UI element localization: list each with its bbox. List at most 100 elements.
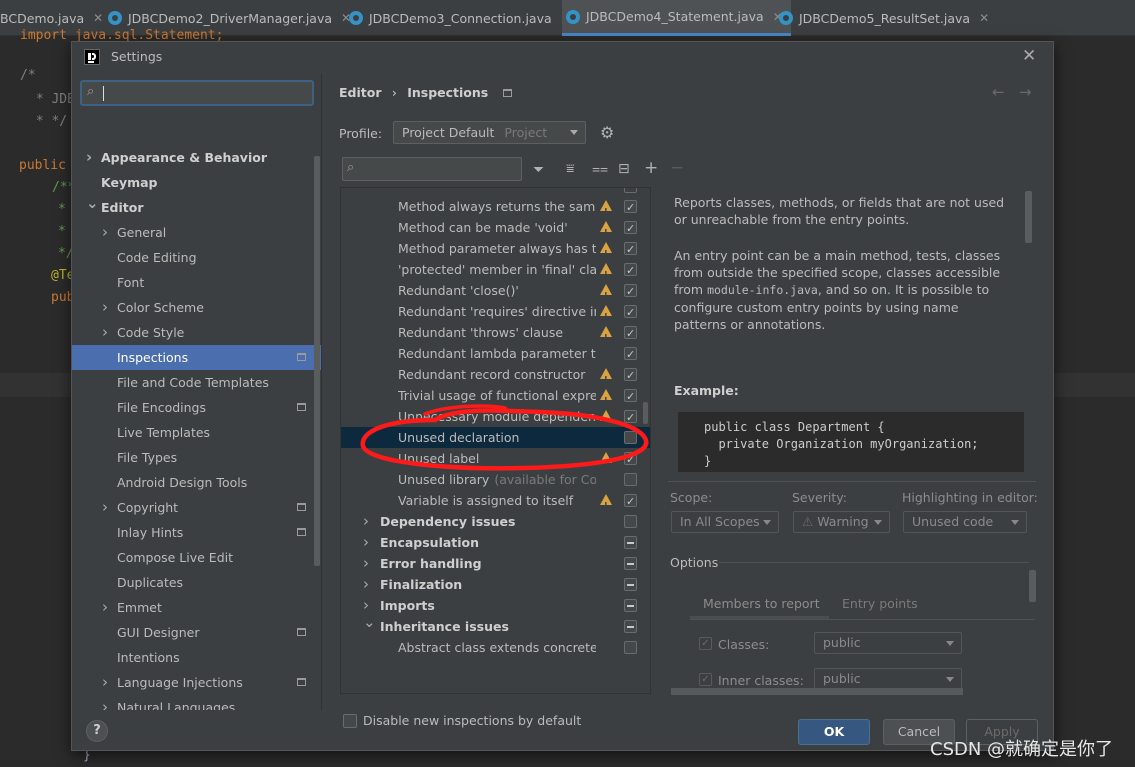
filter-icon[interactable]: ⏷ bbox=[533, 163, 544, 177]
chevron-right-icon[interactable]: › bbox=[363, 532, 369, 553]
inspection-group[interactable]: › Encapsulation bbox=[341, 532, 650, 553]
inspection-enabled-checkbox[interactable] bbox=[624, 578, 637, 591]
tab-members-to-report[interactable]: Members to report bbox=[703, 596, 820, 611]
inspection-item[interactable]: Redundant 'throws' clause bbox=[341, 322, 650, 348]
options-scrollbar[interactable] bbox=[1029, 570, 1036, 602]
collapse-all-icon[interactable]: ⩵ bbox=[592, 162, 608, 176]
reset-icon[interactable]: ⊟ bbox=[618, 162, 630, 176]
sidebar-item-file-types[interactable]: File Types bbox=[72, 445, 321, 470]
sidebar-item-live-templates[interactable]: Live Templates bbox=[72, 420, 321, 445]
inspection-item[interactable]: Method parameter always has the bbox=[341, 238, 650, 264]
inspection-item[interactable]: Method always returns the same v bbox=[341, 196, 650, 222]
sidebar-item-code-style[interactable]: › Code Style bbox=[72, 320, 321, 345]
inspection-group[interactable]: › Error handling bbox=[341, 553, 650, 574]
sidebar-item-copyright[interactable]: › Copyright bbox=[72, 495, 321, 520]
expand-all-icon[interactable]: ⩸ bbox=[566, 162, 575, 176]
inspection-enabled-checkbox[interactable] bbox=[624, 197, 637, 218]
chevron-right-icon[interactable]: › bbox=[86, 145, 92, 170]
close-tab-icon[interactable]: ✕ bbox=[93, 11, 103, 25]
sidebar-item-editor[interactable]: ⌄ Editor bbox=[72, 194, 321, 220]
inspection-enabled-checkbox[interactable] bbox=[624, 344, 637, 365]
inspection-item[interactable]: Redundant 'close()' bbox=[341, 280, 650, 306]
inspection-item[interactable]: Method can be made 'void' bbox=[341, 217, 650, 243]
inspection-enabled-checkbox[interactable] bbox=[624, 218, 637, 239]
inspection-group[interactable]: › Imports bbox=[341, 595, 650, 616]
help-button[interactable]: ? bbox=[86, 720, 108, 742]
chevron-down-icon[interactable]: ⌄ bbox=[363, 612, 376, 633]
sidebar-item-appearance-behavior[interactable]: › Appearance & Behavior bbox=[72, 145, 321, 170]
sidebar-item-inlay-hints[interactable]: Inlay Hints bbox=[72, 520, 321, 545]
sidebar-scrollbar[interactable] bbox=[314, 156, 320, 566]
chevron-right-icon[interactable]: › bbox=[363, 553, 369, 574]
inspection-enabled-checkbox[interactable] bbox=[624, 239, 637, 260]
ok-button[interactable]: OK bbox=[798, 719, 870, 745]
sidebar-item-keymap[interactable]: Keymap bbox=[72, 170, 321, 195]
close-icon[interactable]: ✕ bbox=[1022, 46, 1036, 66]
chevron-down-icon[interactable]: ⌄ bbox=[86, 191, 99, 216]
sidebar-item-android-design-tools[interactable]: Android Design Tools bbox=[72, 470, 321, 495]
inspection-item[interactable]: Variable is assigned to itself bbox=[341, 490, 650, 516]
sidebar-item-natural-languages[interactable]: › Natural Languages bbox=[72, 695, 321, 710]
chevron-right-icon[interactable]: › bbox=[363, 511, 369, 532]
gear-icon[interactable]: ⚙ bbox=[600, 123, 614, 142]
sidebar-item-color-scheme[interactable]: › Color Scheme bbox=[72, 295, 321, 320]
tab-entry-points[interactable]: Entry points bbox=[842, 596, 918, 611]
profile-select[interactable]: Project Default Project bbox=[393, 121, 586, 144]
inspection-item[interactable]: Abstract class extends concrete cl bbox=[341, 637, 650, 658]
sidebar-item-language-injections[interactable]: › Language Injections bbox=[72, 670, 321, 695]
inspection-enabled-checkbox[interactable] bbox=[624, 641, 637, 654]
sidebar-item-emmet[interactable]: › Emmet bbox=[72, 595, 321, 620]
tab-2[interactable]: JDBCDemo3_Connection.java✕ bbox=[345, 0, 579, 36]
sidebar-item-gui-designer[interactable]: GUI Designer bbox=[72, 620, 321, 645]
close-tab-icon[interactable]: ✕ bbox=[979, 11, 989, 25]
inspection-label-wrap: Redundant lambda parameter typ bbox=[398, 343, 596, 364]
add-icon[interactable]: + bbox=[644, 160, 658, 177]
arrow-right-icon[interactable]: → bbox=[1019, 83, 1032, 101]
chevron-right-icon[interactable]: › bbox=[102, 695, 108, 710]
inspection-enabled-checkbox[interactable] bbox=[624, 515, 637, 528]
inspection-item[interactable]: Redundant record constructor bbox=[341, 364, 650, 390]
breadcrumb-parent[interactable]: Editor bbox=[339, 85, 382, 100]
inspection-item[interactable]: Redundant 'requires' directive in n bbox=[341, 301, 650, 327]
sidebar-item-compose-live-edit[interactable]: Compose Live Edit bbox=[72, 545, 321, 570]
sidebar-item-inspections[interactable]: Inspections bbox=[72, 345, 321, 370]
inspection-enabled-checkbox[interactable] bbox=[624, 281, 637, 302]
inspection-enabled-checkbox[interactable] bbox=[624, 323, 637, 344]
sidebar-item-code-editing[interactable]: Code Editing bbox=[72, 245, 321, 270]
tab-4[interactable]: JDBCDemo5_ResultSet.java ✕ bbox=[775, 0, 997, 36]
options-hscrollbar[interactable] bbox=[671, 688, 963, 695]
inspection-item[interactable]: 'protected' member in 'final' class bbox=[341, 259, 650, 285]
inspection-group[interactable]: › Finalization bbox=[341, 574, 650, 595]
warning-icon bbox=[600, 326, 612, 348]
inspection-enabled-checkbox[interactable] bbox=[624, 620, 637, 633]
inspection-enabled-checkbox[interactable] bbox=[624, 302, 637, 323]
chevron-right-icon[interactable]: › bbox=[363, 574, 369, 595]
sidebar-item-font[interactable]: Font bbox=[72, 270, 321, 295]
sidebar-item-intentions[interactable]: Intentions bbox=[72, 645, 321, 670]
sidebar-item-general[interactable]: › General bbox=[72, 220, 321, 245]
inspection-label-wrap: Error handling bbox=[380, 553, 620, 574]
inspection-group[interactable]: ⌄ Inheritance issues bbox=[341, 613, 650, 637]
inspection-enabled-checkbox[interactable] bbox=[624, 536, 637, 549]
inspection-enabled-checkbox[interactable] bbox=[624, 491, 637, 512]
chevron-right-icon[interactable]: › bbox=[102, 595, 108, 620]
inspection-item[interactable]: Redundant lambda parameter typ bbox=[341, 343, 650, 365]
chevron-right-icon[interactable]: › bbox=[102, 295, 108, 320]
sidebar-item-file-and-code-templates[interactable]: File and Code Templates bbox=[72, 370, 321, 395]
settings-search-input[interactable]: ⌕ bbox=[80, 80, 314, 106]
inspection-enabled-checkbox[interactable] bbox=[624, 599, 637, 612]
tab-3[interactable]: JDBCDemo4_Statement.java ✕ bbox=[562, 0, 791, 36]
chevron-right-icon[interactable]: › bbox=[102, 220, 108, 245]
inspection-enabled-checkbox[interactable] bbox=[624, 260, 637, 281]
inspection-enabled-checkbox[interactable] bbox=[624, 557, 637, 570]
inspection-filter-input[interactable]: ⌕ bbox=[342, 157, 522, 181]
sidebar-item-file-encodings[interactable]: File Encodings bbox=[72, 395, 321, 420]
arrow-left-icon[interactable]: ← bbox=[992, 83, 1005, 101]
description-scrollbar[interactable] bbox=[1025, 191, 1032, 243]
chevron-right-icon[interactable]: › bbox=[102, 670, 108, 695]
sidebar-item-duplicates[interactable]: Duplicates bbox=[72, 570, 321, 595]
inspection-group[interactable]: › Dependency issues bbox=[341, 511, 650, 532]
chevron-right-icon[interactable]: › bbox=[102, 495, 108, 520]
chevron-right-icon[interactable]: › bbox=[102, 320, 108, 345]
inspection-enabled-checkbox[interactable] bbox=[624, 365, 637, 386]
